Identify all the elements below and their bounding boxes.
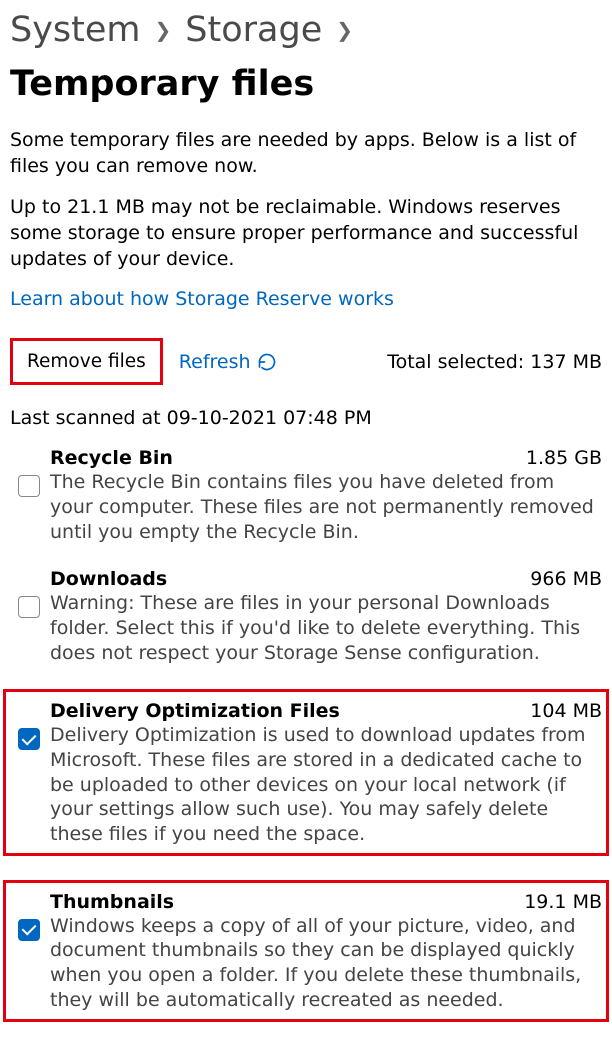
item-size: 19.1 MB xyxy=(524,891,602,913)
item-size: 966 MB xyxy=(530,568,602,590)
list-item: Thumbnails 19.1 MBWindows keeps a copy of… xyxy=(3,880,609,1022)
remove-files-button[interactable]: Remove files xyxy=(15,343,158,380)
item-title: Delivery Optimization Files xyxy=(50,700,340,722)
checkbox-column xyxy=(10,891,40,941)
list-item: Delivery Optimization Files 104 MBDeliver… xyxy=(3,689,609,855)
refresh-icon xyxy=(257,352,277,372)
refresh-label: Refresh xyxy=(179,351,251,373)
item-size: 1.85 GB xyxy=(526,447,602,469)
item-checkbox[interactable] xyxy=(18,475,40,497)
list-item: Recycle Bin 1.85 GBThe Recycle Bin contai… xyxy=(10,447,602,544)
chevron-right-icon: ❯ xyxy=(155,18,172,42)
item-description: Windows keeps a copy of all of your pict… xyxy=(50,914,602,1013)
item-content: Downloads 966 MBWarning: These are files … xyxy=(50,568,602,665)
item-title: Thumbnails xyxy=(50,891,174,913)
checkbox-column xyxy=(10,700,40,750)
item-title: Recycle Bin xyxy=(50,447,173,469)
item-checkbox[interactable] xyxy=(18,728,40,750)
item-content: Thumbnails 19.1 MBWindows keeps a copy of… xyxy=(50,891,602,1013)
refresh-button[interactable]: Refresh xyxy=(179,351,277,373)
item-size: 104 MB xyxy=(530,700,602,722)
total-selected: Total selected: 137 MB xyxy=(387,351,602,373)
total-selected-value: 137 MB xyxy=(530,351,602,373)
item-title: Downloads xyxy=(50,568,167,590)
list-item: Downloads 966 MBWarning: These are files … xyxy=(10,568,602,665)
item-checkbox[interactable] xyxy=(18,596,40,618)
item-content: Recycle Bin 1.85 GBThe Recycle Bin contai… xyxy=(50,447,602,544)
items-list: Recycle Bin 1.85 GBThe Recycle Bin contai… xyxy=(10,447,602,1021)
item-header: Downloads 966 MB xyxy=(50,568,602,590)
last-scanned-text: Last scanned at 09-10-2021 07:48 PM xyxy=(10,407,602,429)
item-content: Delivery Optimization Files 104 MBDeliver… xyxy=(50,700,602,846)
checkbox-column xyxy=(10,447,40,497)
breadcrumb: System ❯ Storage ❯ Temporary files xyxy=(10,10,602,104)
intro-text-1: Some temporary files are needed by apps.… xyxy=(10,128,602,179)
item-header: Delivery Optimization Files 104 MB xyxy=(50,700,602,722)
item-description: Delivery Optimization is used to downloa… xyxy=(50,723,602,846)
storage-reserve-link[interactable]: Learn about how Storage Reserve works xyxy=(10,288,394,310)
checkbox-column xyxy=(10,568,40,618)
item-header: Recycle Bin 1.85 GB xyxy=(50,447,602,469)
breadcrumb-system[interactable]: System xyxy=(10,10,141,50)
breadcrumb-storage[interactable]: Storage xyxy=(185,10,322,50)
item-description: The Recycle Bin contains files you have … xyxy=(50,470,602,544)
item-header: Thumbnails 19.1 MB xyxy=(50,891,602,913)
breadcrumb-current: Temporary files xyxy=(10,64,314,104)
remove-button-highlight: Remove files xyxy=(10,338,163,385)
action-row: Remove files Refresh Total selected: 137… xyxy=(10,338,602,385)
intro-text-2: Up to 21.1 MB may not be reclaimable. Wi… xyxy=(10,195,602,272)
item-description: Warning: These are files in your persona… xyxy=(50,591,602,665)
total-selected-label: Total selected: xyxy=(387,351,524,373)
chevron-right-icon: ❯ xyxy=(336,18,353,42)
item-checkbox[interactable] xyxy=(18,919,40,941)
